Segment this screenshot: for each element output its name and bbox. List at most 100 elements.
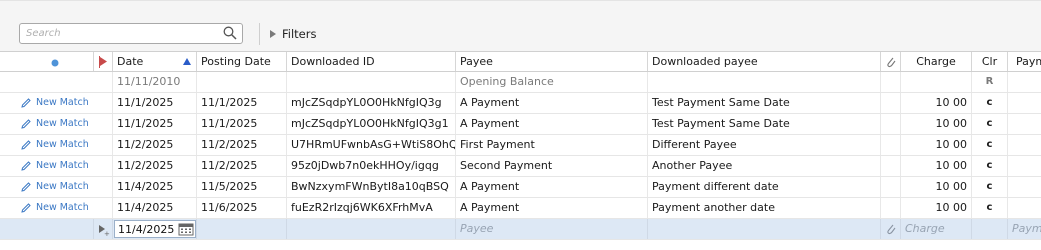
new-match-link[interactable]: New Match — [0, 135, 113, 155]
new-match-link[interactable]: New Match — [0, 114, 113, 134]
payee-column-header[interactable]: Payee — [456, 52, 648, 71]
calendar-icon[interactable] — [178, 222, 194, 239]
date-cell[interactable]: 11/1/2025 — [113, 114, 197, 134]
clr-cell[interactable]: c — [972, 135, 1008, 155]
date-cell[interactable]: 11/2/2025 — [113, 156, 197, 176]
search-input[interactable] — [26, 26, 216, 41]
flag-column-header[interactable] — [94, 52, 113, 71]
new-match-link[interactable]: New Match — [0, 177, 113, 197]
downloaded-id-cell[interactable]: U7HRmUFwnbAsG+WtiS8OhQ — [287, 135, 456, 155]
payment-cell[interactable] — [1008, 198, 1041, 218]
table-row[interactable]: 11/11/2010 Opening Balance R — [0, 72, 1041, 93]
charge-placeholder[interactable]: Charge — [901, 219, 972, 239]
new-match-link[interactable]: New Match — [0, 156, 113, 176]
date-cell[interactable]: 11/4/2025 — [113, 198, 197, 218]
downloaded-payee-cell[interactable]: Another Payee — [648, 156, 881, 176]
downloaded-id-cell[interactable]: fuEzR2rIzqj6WK6XFrhMvA — [287, 198, 456, 218]
clr-cell[interactable]: c — [972, 156, 1008, 176]
table-row[interactable]: New Match 11/2/2025 11/2/2025 U7HRmUFwnbAsG… — [0, 135, 1041, 156]
posting-date-column-header[interactable]: Posting Date — [197, 52, 287, 71]
downloaded-payee-cell[interactable]: Payment different date — [648, 177, 881, 197]
attachment-cell[interactable] — [881, 156, 901, 176]
new-match-link[interactable]: New Match — [0, 198, 113, 218]
posting-date-cell[interactable]: 11/5/2025 — [197, 177, 287, 197]
date-picker[interactable] — [114, 220, 196, 238]
posting-date-cell[interactable]: 11/1/2025 — [197, 114, 287, 134]
payee-cell[interactable]: A Payment — [456, 93, 648, 113]
charge-cell[interactable]: 10 00 — [901, 135, 972, 155]
downloaded-id-cell[interactable] — [287, 219, 456, 239]
posting-date-cell[interactable] — [197, 219, 287, 239]
attachment-cell[interactable] — [881, 198, 901, 218]
clr-cell[interactable]: R — [972, 72, 1008, 92]
search-icon[interactable] — [223, 26, 237, 43]
charge-column-header[interactable]: Charge — [901, 52, 972, 71]
posting-date-cell[interactable]: 11/2/2025 — [197, 135, 287, 155]
downloaded-payee-column-header[interactable]: Downloaded payee — [648, 52, 881, 71]
payee-cell[interactable]: First Payment — [456, 135, 648, 155]
downloaded-id-cell[interactable]: BwNzxymFWnBytI8a10qBSQ — [287, 177, 456, 197]
payment-column-header[interactable]: Payment — [1008, 52, 1041, 71]
posting-date-cell[interactable]: 11/1/2025 — [197, 93, 287, 113]
clr-cell[interactable] — [972, 219, 1008, 239]
payee-cell[interactable]: A Payment — [456, 198, 648, 218]
table-row[interactable]: New Match 11/2/2025 11/2/2025 95z0jDwb7n0ek… — [0, 156, 1041, 177]
attachment-column-header[interactable] — [881, 52, 901, 71]
date-column-header[interactable]: Date — [113, 52, 197, 71]
status-column-header[interactable] — [0, 52, 94, 71]
posting-date-cell[interactable]: 11/2/2025 — [197, 156, 287, 176]
search-box[interactable] — [19, 23, 243, 44]
downloaded-id-cell[interactable]: mJcZSqdpYL0O0HkNfgIQ3g1 — [287, 114, 456, 134]
clr-cell[interactable]: c — [972, 93, 1008, 113]
downloaded-payee-cell[interactable]: Different Payee — [648, 135, 881, 155]
table-row[interactable]: New Match 11/4/2025 11/5/2025 BwNzxymFWnByt… — [0, 177, 1041, 198]
clr-cell[interactable]: c — [972, 114, 1008, 134]
date-cell[interactable]: 11/11/2010 — [113, 72, 197, 92]
charge-cell[interactable]: 10 00 — [901, 177, 972, 197]
payment-cell[interactable] — [1008, 177, 1041, 197]
downloaded-payee-cell[interactable]: Test Payment Same Date — [648, 114, 881, 134]
payment-cell[interactable] — [1008, 114, 1041, 134]
downloaded-payee-cell[interactable] — [648, 219, 881, 239]
new-match-link[interactable]: New Match — [0, 93, 113, 113]
clr-column-header[interactable]: Clr — [972, 52, 1008, 71]
charge-cell[interactable]: 10 00 — [901, 156, 972, 176]
pencil-icon — [21, 203, 31, 213]
table-row[interactable]: New Match 11/4/2025 11/6/2025 fuEzR2rIzqj6W… — [0, 198, 1041, 219]
downloaded-payee-cell[interactable]: Payment another date — [648, 198, 881, 218]
payee-cell[interactable]: Opening Balance — [456, 72, 648, 92]
payment-placeholder[interactable]: Payment — [1008, 219, 1041, 239]
payee-cell[interactable]: A Payment — [456, 114, 648, 134]
toolbar-separator — [259, 23, 260, 45]
new-transaction-row[interactable]: + Payee Charge Payment — [0, 219, 1041, 240]
payment-cell[interactable] — [1008, 93, 1041, 113]
charge-cell[interactable]: 10 00 — [901, 198, 972, 218]
date-cell[interactable]: 11/2/2025 — [113, 135, 197, 155]
payment-cell[interactable] — [1008, 156, 1041, 176]
flag-icon — [99, 56, 107, 68]
payee-placeholder[interactable]: Payee — [456, 219, 648, 239]
date-cell[interactable]: 11/1/2025 — [113, 93, 197, 113]
downloaded-id-cell[interactable]: mJcZSqdpYL0O0HkNfgIQ3g — [287, 93, 456, 113]
clr-cell[interactable]: c — [972, 198, 1008, 218]
payee-cell[interactable]: A Payment — [456, 177, 648, 197]
clr-cell[interactable]: c — [972, 177, 1008, 197]
date-input[interactable] — [118, 222, 176, 236]
posting-date-cell[interactable]: 11/6/2025 — [197, 198, 287, 218]
attachment-cell[interactable] — [881, 93, 901, 113]
filters-toggle[interactable]: Filters — [270, 26, 316, 42]
attachment-cell[interactable] — [881, 114, 901, 134]
attachment-cell[interactable] — [881, 135, 901, 155]
attachment-cell[interactable] — [881, 177, 901, 197]
table-row[interactable]: New Match 11/1/2025 11/1/2025 mJcZSqdpYL0O0… — [0, 93, 1041, 114]
date-cell[interactable]: 11/4/2025 — [113, 177, 197, 197]
downloaded-id-column-header[interactable]: Downloaded ID — [287, 52, 456, 71]
charge-cell[interactable]: 10 00 — [901, 114, 972, 134]
attach-icon[interactable] — [881, 219, 901, 239]
payment-cell[interactable] — [1008, 135, 1041, 155]
payee-cell[interactable]: Second Payment — [456, 156, 648, 176]
table-row[interactable]: New Match 11/1/2025 11/1/2025 mJcZSqdpYL0O0… — [0, 114, 1041, 135]
downloaded-id-cell[interactable]: 95z0jDwb7n0ekHHOy/igqg — [287, 156, 456, 176]
charge-cell[interactable]: 10 00 — [901, 93, 972, 113]
downloaded-payee-cell[interactable]: Test Payment Same Date — [648, 93, 881, 113]
